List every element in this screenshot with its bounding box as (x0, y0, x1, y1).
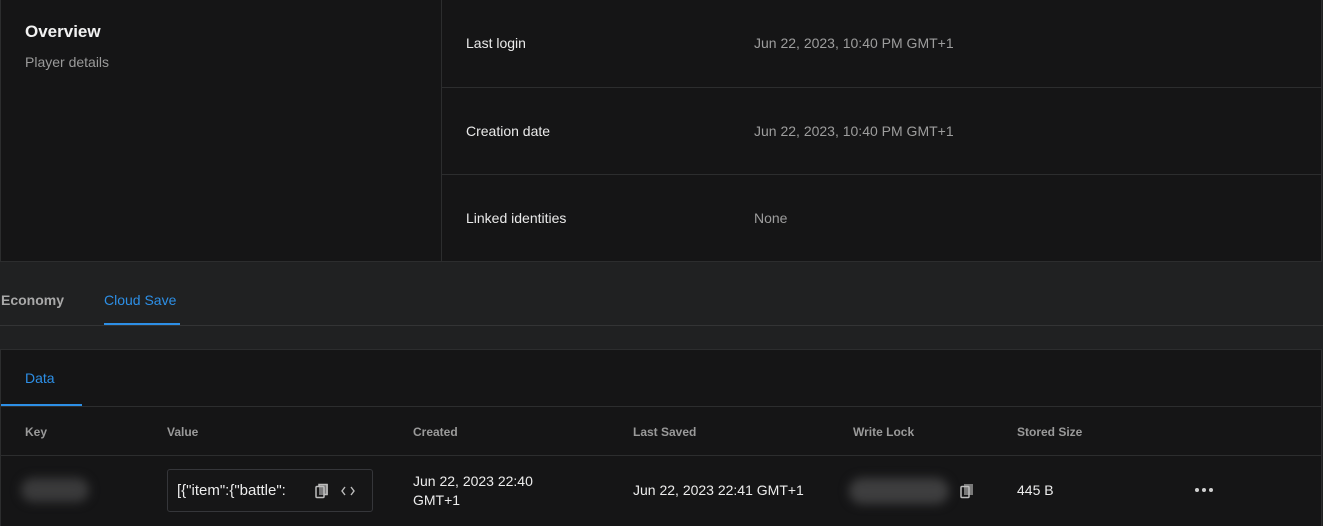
detail-label: Creation date (466, 123, 551, 139)
detail-value: None (754, 210, 788, 227)
overview-header: Overview Player details (1, 0, 442, 261)
detail-value: Jun 22, 2023, 10:40 PM GMT+1 (754, 123, 954, 139)
copy-icon[interactable] (311, 480, 333, 502)
detail-label: Last login (466, 35, 526, 52)
value-preview: [{"item":{"battle": (177, 482, 286, 499)
active-tab-indicator (104, 323, 180, 325)
overview-details: Last login Jun 22, 2023, 10:40 PM GMT+1 … (442, 0, 1321, 261)
service-tabs: Economy Cloud Save (0, 262, 1323, 326)
column-header-created: Created (413, 425, 458, 439)
column-header-stored-size: Stored Size (1017, 425, 1083, 439)
subtab-data[interactable]: Data (25, 370, 55, 386)
detail-row-last-login: Last login Jun 22, 2023, 10:40 PM GMT+1 (442, 0, 1321, 88)
tab-economy[interactable]: Economy (1, 292, 64, 308)
detail-value: Jun 22, 2023, 10:40 PM GMT+1 (754, 35, 954, 52)
detail-label: Linked identities (466, 210, 567, 227)
stored-size-cell: 445 B (1017, 482, 1054, 498)
column-header-write-lock: Write Lock (853, 425, 915, 439)
table-header: Key Value Created Last Saved Write Lock … (1, 407, 1321, 456)
tab-cloud-save[interactable]: Cloud Save (104, 292, 176, 308)
overview-card: Overview Player details Last login Jun 2… (0, 0, 1322, 262)
column-header-last-saved: Last Saved (633, 425, 697, 439)
redacted-write-lock (849, 478, 949, 504)
code-icon[interactable] (337, 480, 359, 502)
created-timezone: GMT+1 (413, 492, 461, 508)
more-horizontal-icon[interactable] (1191, 480, 1217, 500)
column-header-key: Key (25, 425, 48, 439)
overview-title: Overview (25, 22, 101, 41)
copy-icon[interactable] (956, 480, 978, 502)
player-details-page: Overview Player details Last login Jun 2… (0, 0, 1323, 526)
active-subtab-indicator (1, 404, 82, 406)
panel-subtabs: Data (1, 350, 1321, 407)
created-cell: Jun 22, 2023 22:40 GMT+1 (413, 472, 533, 510)
overview-subtitle: Player details (25, 54, 110, 70)
value-field: [{"item":{"battle": (167, 469, 373, 512)
column-header-value: Value (167, 425, 199, 439)
created-date: Jun 22, 2023 22:40 (413, 473, 533, 489)
detail-row-creation-date: Creation date Jun 22, 2023, 10:40 PM GMT… (442, 88, 1321, 176)
redacted-key (21, 478, 89, 502)
table-row: [{"item":{"battle": Jun 22, 2023 22:40 G… (1, 456, 1321, 526)
detail-row-linked-identities: Linked identities None (442, 175, 1321, 261)
cloud-save-panel: Data Key Value Created Last Saved Write … (0, 349, 1322, 526)
last-saved-cell: Jun 22, 2023 22:41 GMT+1 (633, 482, 804, 498)
